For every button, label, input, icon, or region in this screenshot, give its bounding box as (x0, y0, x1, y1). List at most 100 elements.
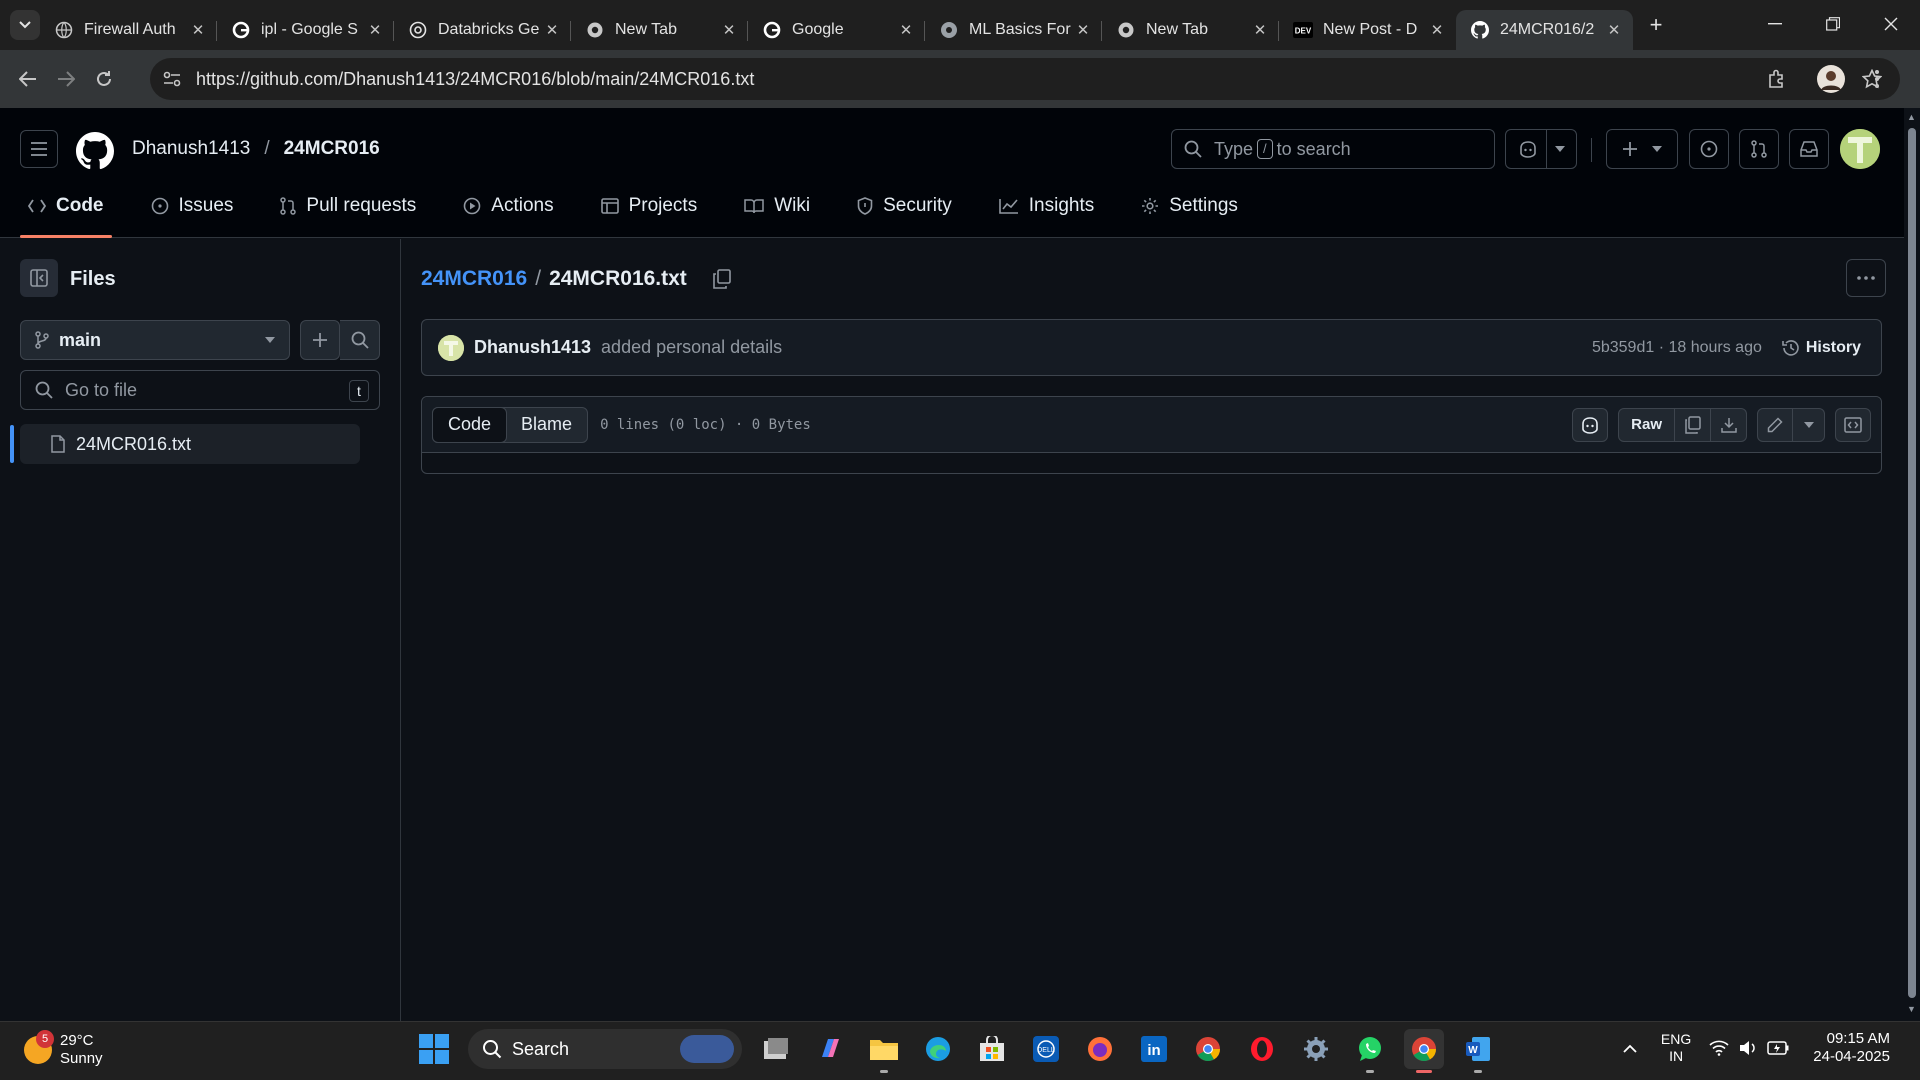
file-explorer-icon[interactable] (864, 1029, 904, 1073)
tab-projects[interactable]: Projects (593, 173, 706, 238)
inbox-button[interactable] (1789, 129, 1829, 169)
branch-selector[interactable]: main (20, 320, 290, 360)
close-tab-icon[interactable]: ✕ (1605, 21, 1623, 39)
close-tab-icon[interactable]: ✕ (1251, 21, 1269, 39)
browser-tab[interactable]: Databricks Ge ✕ (394, 10, 571, 50)
word-icon[interactable]: W (1458, 1029, 1498, 1073)
user-avatar[interactable] (1840, 129, 1880, 169)
browser-tab-active[interactable]: 24MCR016/2 ✕ (1456, 10, 1633, 50)
show-hidden-icons[interactable] (1623, 1044, 1637, 1053)
repo-name-link[interactable]: 24MCR016 (284, 138, 380, 160)
task-view-icon[interactable] (756, 1029, 796, 1069)
commit-author-avatar[interactable] (438, 334, 464, 361)
close-tab-icon[interactable]: ✕ (543, 21, 561, 39)
browser-tab[interactable]: New Tab ✕ (1102, 10, 1279, 50)
code-view-button[interactable]: Code (432, 406, 508, 443)
search-files-button[interactable] (340, 320, 380, 360)
close-tab-icon[interactable]: ✕ (1428, 21, 1446, 39)
tab-wiki[interactable]: Wiki (736, 173, 818, 238)
global-search-input[interactable]: Type / to search (1171, 129, 1495, 169)
collapse-sidebar-button[interactable] (20, 259, 58, 297)
forward-button[interactable] (48, 61, 84, 97)
tab-code[interactable]: Code (20, 173, 112, 238)
edge-icon[interactable] (918, 1029, 958, 1069)
chrome-app-icon[interactable] (1188, 1029, 1228, 1069)
extensions-icon[interactable] (1757, 59, 1797, 99)
scroll-up-arrow[interactable]: ▲ (1907, 112, 1917, 122)
tab-pull-requests[interactable]: Pull requests (272, 173, 424, 238)
address-bar[interactable]: https://github.com/Dhanush1413/24MCR016/… (150, 58, 1900, 100)
download-button[interactable] (1711, 407, 1747, 442)
tab-issues[interactable]: Issues (143, 173, 242, 238)
minimize-button[interactable] (1746, 0, 1804, 48)
windows-start-icon[interactable] (414, 1029, 454, 1069)
dell-icon[interactable]: DELL (1026, 1029, 1066, 1069)
tab-security[interactable]: Security (849, 173, 960, 238)
commit-message-link[interactable]: added personal details (601, 337, 782, 358)
copilot-file-button[interactable] (1572, 407, 1609, 442)
browser-menu-icon[interactable] (1857, 59, 1897, 99)
copy-path-icon[interactable] (713, 269, 731, 289)
copilot-button[interactable] (1505, 129, 1577, 169)
weather-widget[interactable]: 5 29°C Sunny (24, 1030, 103, 1068)
scrollbar-thumb[interactable] (1908, 128, 1916, 998)
linkedin-icon[interactable]: in (1134, 1029, 1174, 1069)
browser-tab[interactable]: ipl - Google S ✕ (217, 10, 394, 50)
opera-icon[interactable] (1242, 1029, 1282, 1069)
commit-hash-time[interactable]: 5b359d1 · 18 hours ago (1592, 339, 1762, 357)
add-file-button[interactable] (300, 320, 340, 360)
reload-button[interactable] (86, 61, 122, 97)
github-logo-icon[interactable] (76, 132, 114, 170)
edit-file-button[interactable] (1757, 407, 1793, 442)
taskbar-search[interactable]: Search (468, 1029, 742, 1069)
edit-options-dropdown[interactable] (1793, 407, 1825, 442)
global-menu-button[interactable] (20, 130, 58, 168)
back-button[interactable] (10, 61, 46, 97)
issues-button[interactable] (1689, 129, 1729, 169)
raw-button[interactable]: Raw (1618, 407, 1675, 442)
go-to-file-input[interactable]: Go to file t (20, 370, 380, 410)
close-tab-icon[interactable]: ✕ (897, 21, 915, 39)
whatsapp-icon[interactable] (1350, 1029, 1390, 1073)
browser-tab[interactable]: ML Basics For ✕ (925, 10, 1102, 50)
breadcrumb-repo-link[interactable]: 24MCR016 (421, 267, 527, 291)
browser-tab[interactable]: New Tab ✕ (571, 10, 748, 50)
firefox-icon[interactable] (1080, 1029, 1120, 1069)
commit-author-link[interactable]: Dhanush1413 (474, 337, 591, 358)
symbols-panel-button[interactable] (1835, 407, 1871, 442)
pull-requests-button[interactable] (1739, 129, 1779, 169)
copy-raw-button[interactable] (1675, 407, 1711, 442)
browser-tab[interactable]: DEV New Post - D ✕ (1279, 10, 1456, 50)
file-tree-item[interactable]: 24MCR016.txt (20, 424, 360, 464)
browser-tab[interactable]: Firewall Auth ✕ (40, 10, 217, 50)
browser-tab[interactable]: Google ✕ (748, 10, 925, 50)
tab-settings[interactable]: Settings (1133, 173, 1246, 238)
more-options-button[interactable] (1846, 259, 1886, 297)
close-window-button[interactable] (1862, 0, 1920, 48)
language-indicator[interactable]: ENG IN (1661, 1031, 1691, 1065)
new-tab-button[interactable]: + (1641, 10, 1671, 40)
system-clock[interactable]: 09:15 AM 24-04-2025 (1813, 1030, 1890, 1066)
scroll-down-arrow[interactable]: ▼ (1907, 1004, 1917, 1014)
battery-icon[interactable] (1767, 1041, 1789, 1055)
history-button[interactable]: History (1782, 339, 1861, 357)
microsoft-store-icon[interactable] (972, 1029, 1012, 1069)
restore-button[interactable] (1804, 0, 1862, 48)
close-tab-icon[interactable]: ✕ (1074, 21, 1092, 39)
blame-view-button[interactable]: Blame (506, 408, 587, 442)
close-tab-icon[interactable]: ✕ (720, 21, 738, 39)
wifi-icon[interactable] (1709, 1040, 1729, 1056)
page-scrollbar[interactable]: ▲ ▼ (1904, 108, 1920, 1021)
create-new-button[interactable] (1606, 129, 1678, 169)
volume-icon[interactable] (1739, 1040, 1757, 1056)
settings-app-icon[interactable] (1296, 1029, 1336, 1069)
profile-avatar[interactable] (1811, 59, 1851, 99)
chrome-active-app-icon[interactable] (1404, 1029, 1444, 1073)
copilot-app-icon[interactable] (810, 1029, 850, 1069)
close-tab-icon[interactable]: ✕ (366, 21, 384, 39)
tab-search-button[interactable] (10, 10, 40, 40)
close-tab-icon[interactable]: ✕ (189, 21, 207, 39)
site-info-icon[interactable] (152, 59, 192, 99)
tab-insights[interactable]: Insights (991, 173, 1102, 238)
tab-actions[interactable]: Actions (455, 173, 561, 238)
